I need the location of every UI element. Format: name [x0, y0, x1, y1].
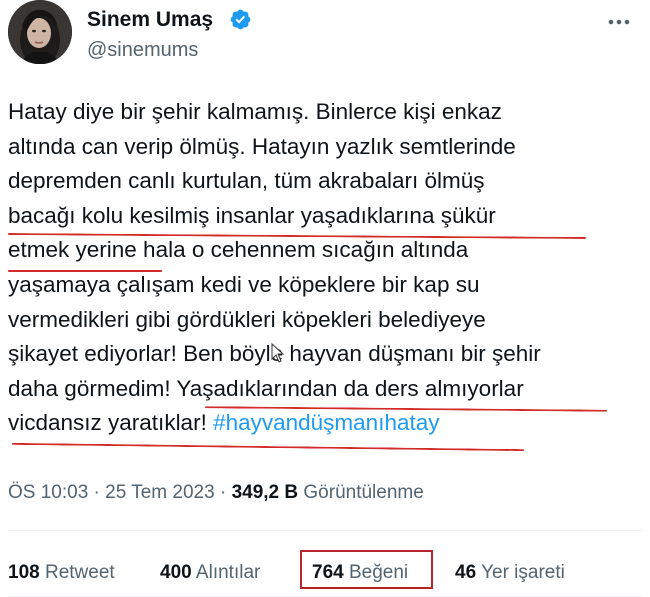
mouse-cursor-icon [271, 343, 285, 363]
tweet-line: altında can verip ölmüş. Hatayın yazlık … [8, 133, 516, 159]
divider [8, 530, 642, 531]
tweet-line: depremden canlı kurtulan, tüm akrabaları… [8, 168, 485, 194]
profile-photo [8, 0, 72, 64]
meta-separator: · [88, 482, 106, 503]
author-display-name[interactable]: Sinem Umaş [87, 8, 213, 32]
likes-label: Beğeni [343, 562, 409, 583]
author-handle[interactable]: @sinemums [87, 39, 198, 62]
annotation-underline [8, 270, 162, 272]
tweet-line: bacağı kolu kesilmiş insanlar yaşadıklar… [8, 202, 496, 228]
likes-stat[interactable]: 764 Beğeni [312, 562, 408, 584]
bookmarks-label: Yer işareti [476, 562, 565, 583]
verified-badge-icon [230, 9, 251, 30]
tweet-line: yaşamaya çalışam kedi ve köpeklere bir k… [8, 271, 480, 297]
bookmarks-stat[interactable]: 46 Yer işareti [455, 562, 565, 584]
annotation-underline [12, 442, 524, 452]
likes-count: 764 [312, 562, 344, 583]
ellipsis-icon [608, 19, 630, 25]
views-count: 349,2 B [231, 482, 299, 503]
retweets-label: Retweet [39, 562, 115, 583]
tweet-date[interactable]: 25 Tem 2023 [105, 482, 215, 503]
tweet-text: Hatay diye bir şehir kalmamış. Binlerce … [8, 95, 638, 441]
tweet-line-last: vicdansız yaratıklar! #hayvandüşmanıhata… [8, 406, 638, 441]
quotes-count: 400 [160, 562, 192, 583]
retweets-stat[interactable]: 108 Retweet [8, 562, 115, 584]
avatar[interactable] [8, 0, 72, 64]
tweet-meta: ÖS 10:03 · 25 Tem 2023 · 349,2 B Görüntü… [8, 482, 424, 504]
tweet-line: Hatay diye bir şehir kalmamış. Binlerce … [8, 99, 502, 124]
quotes-stat[interactable]: 400 Alıntılar [160, 562, 260, 584]
tweet-line-text: vicdansız yaratıklar! [8, 410, 214, 436]
tweet-line: daha görmedim! Yaşadıklarından da ders a… [8, 375, 524, 401]
bookmarks-count: 46 [455, 562, 477, 583]
tweet-line: vermedikleri gibi gördükleri köpekleri b… [8, 306, 486, 332]
quotes-label: Alıntılar [191, 562, 261, 583]
tweet-time[interactable]: ÖS 10:03 [8, 482, 88, 503]
hashtag-link[interactable]: #hayvandüşmanıhatay [213, 410, 439, 435]
views-label: Görüntülenme [298, 482, 424, 503]
meta-separator: · [214, 482, 232, 503]
more-options-button[interactable] [599, 8, 639, 36]
retweets-count: 108 [8, 562, 40, 583]
tweet-line: şikayet ediyorlar! Ben böyle hayvan düşm… [8, 341, 541, 367]
